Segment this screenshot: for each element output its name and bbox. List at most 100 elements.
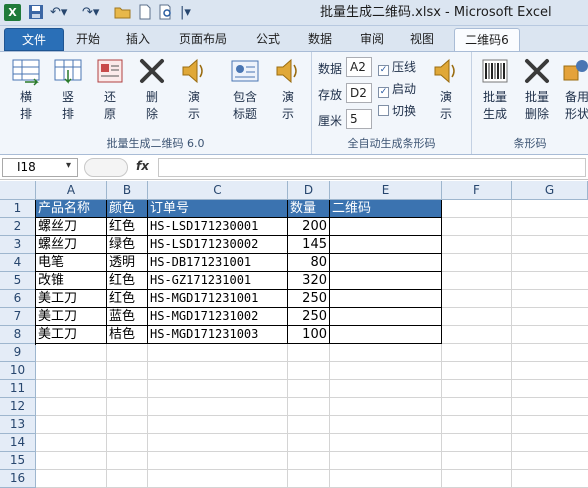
tab-insert[interactable]: 插入 [118, 28, 158, 51]
switch-checkbox[interactable]: 切换 [378, 104, 416, 118]
row-header[interactable]: 12 [0, 398, 36, 416]
table-cell[interactable]: 蓝色 [107, 308, 148, 326]
header-cell-qrcode[interactable]: 二维码 [330, 200, 442, 218]
header-cell-qty[interactable]: 数量 [288, 200, 330, 218]
table-cell[interactable]: HS-MGD171231002 [148, 308, 288, 326]
delete-button[interactable]: 删除 [134, 56, 170, 126]
demo-button-2[interactable]: 演示 [270, 56, 306, 126]
tab-data[interactable]: 数据 [300, 28, 340, 51]
header-cell-product[interactable]: 产品名称 [36, 200, 107, 218]
table-cell[interactable]: 250 [288, 290, 330, 308]
table-cell[interactable] [330, 272, 442, 290]
tab-page-layout[interactable]: 页面布局 [170, 28, 236, 51]
table-cell[interactable]: 100 [288, 326, 330, 344]
customize-toolbar-icon[interactable]: |▾ [180, 4, 191, 22]
select-all-corner[interactable] [0, 181, 36, 200]
insert-function-icon[interactable]: fx [136, 159, 149, 173]
demo-button-3[interactable]: 演示 [428, 56, 464, 126]
table-cell[interactable]: 美工刀 [36, 290, 107, 308]
table-cell[interactable]: 200 [288, 218, 330, 236]
row-header[interactable]: 9 [0, 344, 36, 362]
table-cell[interactable]: HS-GZ171231001 [148, 272, 288, 290]
table-cell[interactable] [330, 290, 442, 308]
new-document-icon[interactable] [138, 4, 152, 22]
col-header-e[interactable]: E [330, 181, 442, 200]
row-header[interactable]: 5 [0, 272, 36, 290]
batch-generate-button[interactable]: 批量生成 [478, 56, 512, 126]
table-cell[interactable]: 电笔 [36, 254, 107, 272]
row-header[interactable]: 10 [0, 362, 36, 380]
line-checkbox[interactable]: ✓ 压线 [378, 60, 416, 76]
col-header-a[interactable]: A [36, 181, 107, 200]
tab-view[interactable]: 视图 [402, 28, 442, 51]
table-cell[interactable]: HS-MGD171231003 [148, 326, 288, 344]
col-header-c[interactable]: C [148, 181, 288, 200]
table-cell[interactable]: HS-LSD171230001 [148, 218, 288, 236]
tab-home[interactable]: 开始 [68, 28, 108, 51]
table-cell[interactable]: 80 [288, 254, 330, 272]
table-cell[interactable]: HS-DB171231001 [148, 254, 288, 272]
table-cell[interactable]: 螺丝刀 [36, 218, 107, 236]
table-cell[interactable]: 绿色 [107, 236, 148, 254]
table-cell[interactable]: 红色 [107, 290, 148, 308]
table-cell[interactable]: 320 [288, 272, 330, 290]
header-cell-order[interactable]: 订单号 [148, 200, 288, 218]
col-header-f[interactable]: F [442, 181, 512, 200]
row-header[interactable]: 2 [0, 218, 36, 236]
restore-button[interactable]: 还原 [92, 56, 128, 126]
row-header[interactable]: 13 [0, 416, 36, 434]
excel-app-icon[interactable]: X [4, 4, 21, 21]
tab-review[interactable]: 审阅 [352, 28, 392, 51]
col-header-d[interactable]: D [288, 181, 330, 200]
table-cell[interactable]: HS-LSD171230002 [148, 236, 288, 254]
store-input[interactable]: D2 [346, 83, 372, 103]
table-cell[interactable]: 改锥 [36, 272, 107, 290]
table-cell[interactable]: 美工刀 [36, 326, 107, 344]
table-cell[interactable] [330, 254, 442, 272]
save-icon[interactable] [28, 4, 44, 22]
table-cell[interactable] [330, 236, 442, 254]
row-header[interactable]: 11 [0, 380, 36, 398]
table-cell[interactable]: 红色 [107, 218, 148, 236]
row-header[interactable]: 7 [0, 308, 36, 326]
table-cell[interactable] [330, 326, 442, 344]
table-cell[interactable]: 桔色 [107, 326, 148, 344]
table-cell[interactable]: 透明 [107, 254, 148, 272]
demo-button-1[interactable]: 演示 [176, 56, 212, 126]
table-cell[interactable] [330, 308, 442, 326]
row-header[interactable]: 6 [0, 290, 36, 308]
start-checkbox[interactable]: ✓ 启动 [378, 82, 416, 98]
data-input[interactable]: A2 [346, 57, 372, 77]
col-header-b[interactable]: B [107, 181, 148, 200]
redo-icon[interactable]: ↷▾ [82, 4, 99, 22]
tab-file[interactable]: 文件 [4, 28, 64, 51]
include-title-button[interactable]: 包含标题 [224, 56, 266, 126]
table-cell[interactable]: 红色 [107, 272, 148, 290]
table-cell[interactable]: 螺丝刀 [36, 236, 107, 254]
col-header-g[interactable]: G [512, 181, 588, 200]
print-preview-icon[interactable] [158, 4, 174, 22]
row-header[interactable]: 14 [0, 434, 36, 452]
table-cell[interactable]: 美工刀 [36, 308, 107, 326]
cm-input[interactable]: 5 [346, 109, 372, 129]
tab-formulas[interactable]: 公式 [248, 28, 288, 51]
row-header[interactable]: 15 [0, 452, 36, 470]
header-cell-color[interactable]: 颜色 [107, 200, 148, 218]
horizontal-layout-button[interactable]: 横排 [8, 56, 44, 126]
batch-delete-button[interactable]: 批量删除 [520, 56, 554, 126]
table-cell[interactable]: 145 [288, 236, 330, 254]
tab-qrcode6[interactable]: 二维码6 [454, 28, 520, 51]
name-box-dropdown-icon[interactable]: ▾ [66, 160, 71, 171]
row-header[interactable]: 3 [0, 236, 36, 254]
table-cell[interactable] [330, 218, 442, 236]
row-header[interactable]: 8 [0, 326, 36, 344]
row-header[interactable]: 4 [0, 254, 36, 272]
open-folder-icon[interactable] [114, 4, 132, 22]
table-cell[interactable]: 250 [288, 308, 330, 326]
undo-icon[interactable]: ↶▾ [50, 4, 67, 22]
formula-input[interactable] [158, 158, 586, 177]
row-header[interactable]: 1 [0, 200, 36, 218]
spare-shape-button[interactable]: 备用形状 [560, 56, 588, 126]
row-header[interactable]: 16 [0, 470, 36, 488]
vertical-layout-button[interactable]: 竖排 [50, 56, 86, 126]
